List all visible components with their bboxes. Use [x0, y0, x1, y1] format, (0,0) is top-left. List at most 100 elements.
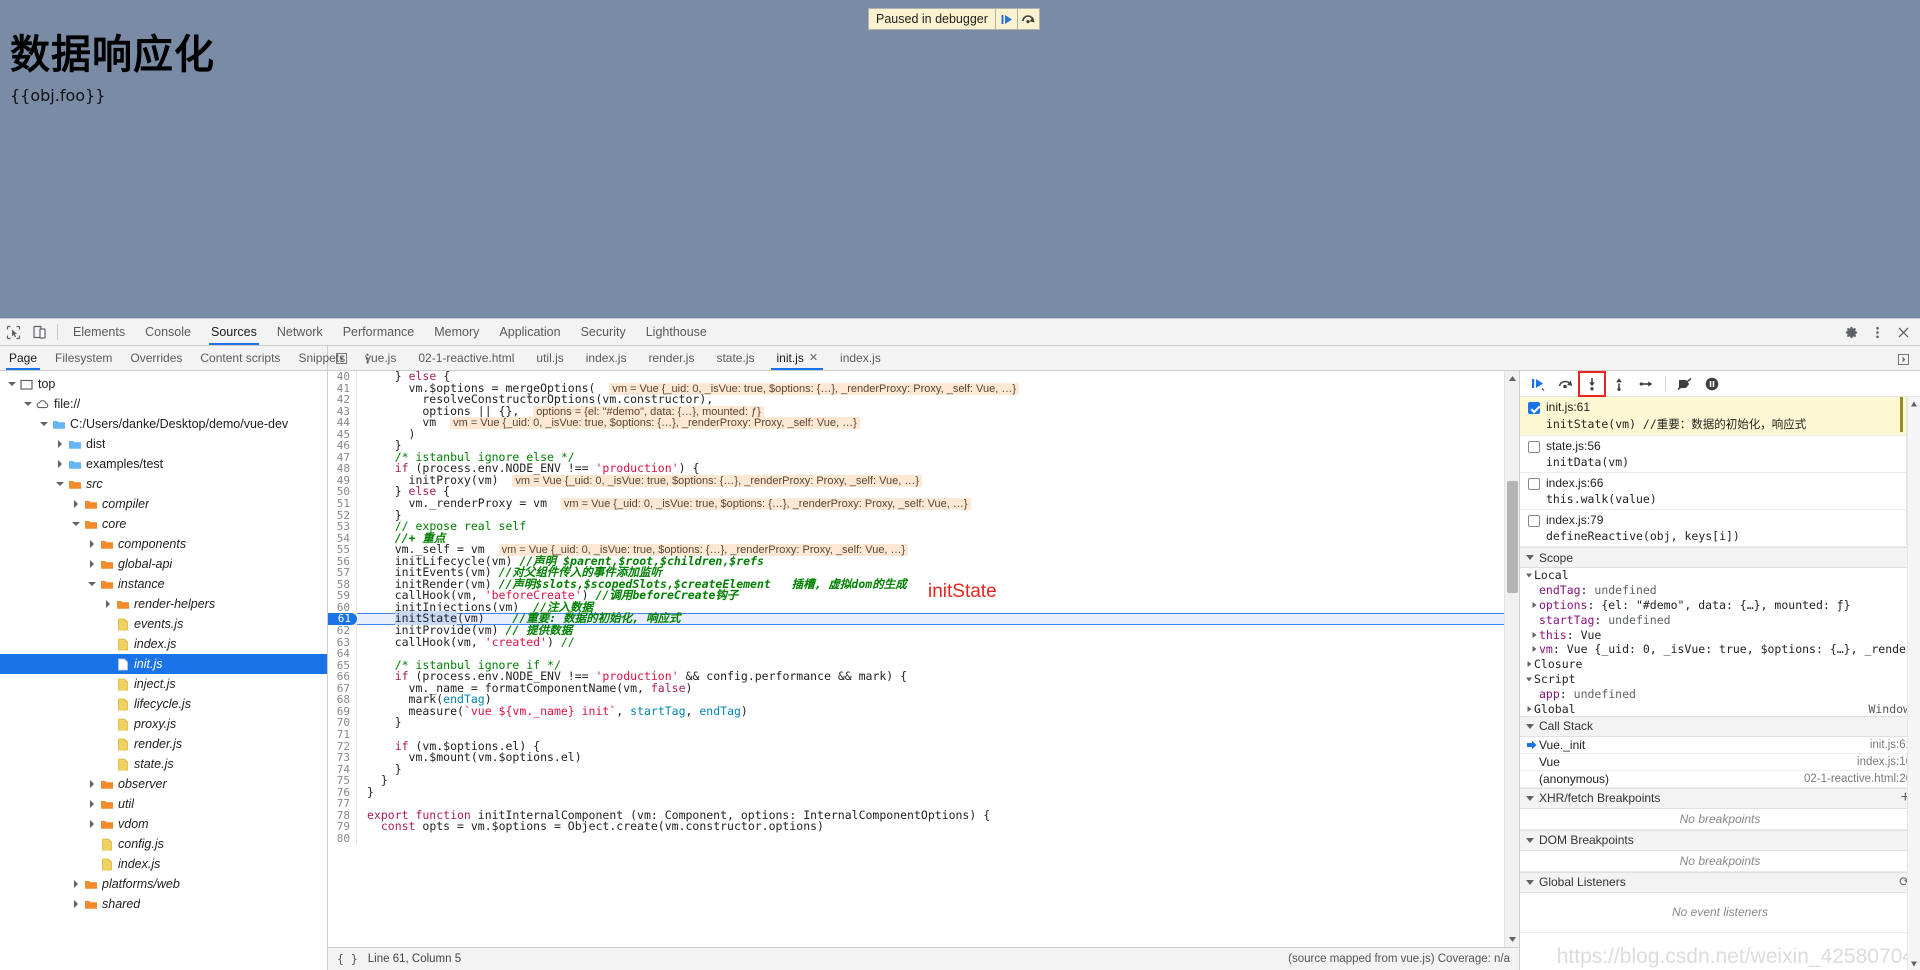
chevron-down-icon[interactable] [38, 422, 50, 426]
chevron-right-icon[interactable] [1523, 660, 1534, 668]
tree-file-config-js[interactable]: config.js [0, 834, 327, 854]
call-stack-frame[interactable]: Vue._init init.js:61 [1520, 737, 1920, 754]
pretty-print-braces-icon[interactable]: { } [337, 952, 358, 966]
code-line[interactable]: 44 vm vm = Vue {_uid: 0, _isVue: true, $… [328, 416, 1519, 430]
scope-group-local[interactable]: Local [1520, 568, 1920, 583]
dom-breakpoints-section-header[interactable]: DOM Breakpoints [1520, 829, 1920, 851]
tree-folder-core[interactable]: core [0, 514, 327, 534]
more-options-kebab-icon[interactable] [1864, 319, 1890, 345]
code-line[interactable]: 63 callHook(vm, 'created') // [328, 636, 1519, 649]
scroll-down-icon[interactable] [1505, 932, 1519, 947]
code-line[interactable]: 79 const opts = vm.$options = Object.cre… [328, 821, 1519, 833]
resume-icon[interactable] [994, 9, 1017, 29]
editor-tab-vue-js[interactable]: vue.js [354, 346, 407, 370]
chevron-right-icon[interactable] [86, 540, 98, 548]
settings-gear-icon[interactable] [1838, 319, 1864, 345]
tree-folder-instance[interactable]: instance [0, 574, 327, 594]
scroll-up-icon[interactable] [1505, 371, 1519, 386]
scope-group-global[interactable]: Global Window [1520, 701, 1920, 716]
scope-tree[interactable]: Local endTag: undefined options: {el: "#de… [1520, 568, 1920, 716]
scope-property[interactable]: startTag: undefined [1520, 612, 1920, 627]
tree-folder-c-users-danke-desktop-demo-vue-dev[interactable]: C:/Users/danke/Desktop/demo/vue-dev [0, 414, 327, 434]
tab-security[interactable]: Security [571, 319, 636, 345]
chevron-down-icon[interactable] [54, 482, 66, 486]
tree-file-state-js[interactable]: state.js [0, 754, 327, 774]
code-line[interactable]: 51 vm._renderProxy = vm vm = Vue {_uid: … [328, 497, 1519, 511]
line-number[interactable]: 44 [328, 417, 357, 429]
code-line[interactable]: 76} [328, 786, 1519, 799]
chevron-right-icon[interactable] [86, 820, 98, 828]
chevron-right-icon[interactable] [102, 600, 114, 608]
tree-folder-observer[interactable]: observer [0, 774, 327, 794]
call-stack-frame[interactable]: (anonymous) 02-1-reactive.html:26 [1520, 771, 1920, 788]
tree-folder-file-[interactable]: file:// [0, 394, 327, 414]
breakpoint-checkbox[interactable] [1528, 478, 1540, 490]
breakpoint-location[interactable]: index.js:66 [1546, 476, 1914, 490]
nav-tab-filesystem[interactable]: Filesystem [46, 346, 121, 370]
tree-folder-vdom[interactable]: vdom [0, 814, 327, 834]
editor-tab-02-1-reactive-html[interactable]: 02-1-reactive.html [407, 346, 525, 370]
chevron-right-icon[interactable] [54, 440, 66, 448]
scope-property[interactable]: options: {el: "#demo", data: {…}, mounte… [1520, 598, 1920, 613]
scope-property[interactable]: this: Vue [1520, 627, 1920, 642]
editor-tab-index-js[interactable]: index.js [829, 346, 892, 370]
chevron-down-icon[interactable] [1523, 571, 1534, 579]
chevron-down-icon[interactable] [1523, 675, 1534, 683]
tree-folder-render-helpers[interactable]: render-helpers [0, 594, 327, 614]
device-toolbar-icon[interactable] [26, 319, 52, 345]
tree-file-proxy-js[interactable]: proxy.js [0, 714, 327, 734]
chevron-right-icon[interactable] [1528, 601, 1539, 609]
file-navigator-tree[interactable]: top file:// C:/Users/danke/Desktop/demo/vu… [0, 371, 328, 970]
chevron-down-icon[interactable] [22, 402, 34, 406]
breakpoint-location[interactable]: init.js:61 [1546, 400, 1914, 414]
breakpoint-item[interactable]: init.js:61 initState(vm) //重要：数据的初始化，响应式 [1520, 397, 1920, 436]
nav-tab-page[interactable]: Page [0, 346, 46, 370]
global-listeners-section-header[interactable]: Global Listeners ⟳ [1520, 871, 1920, 893]
tree-file-index-js[interactable]: index.js [0, 634, 327, 654]
step-into-next-function-call-icon[interactable] [1578, 371, 1606, 397]
scope-property[interactable]: vm: Vue {_uid: 0, _isVue: true, $options… [1520, 642, 1920, 657]
breakpoints-list[interactable]: init.js:61 initState(vm) //重要：数据的初始化，响应式 s… [1520, 397, 1920, 547]
code-line[interactable]: 49 initProxy(vm) vm = Vue {_uid: 0, _isV… [328, 474, 1519, 487]
step-over-next-function-call-icon[interactable] [1552, 372, 1578, 396]
chevron-down-icon[interactable] [86, 582, 98, 586]
line-number[interactable]: 73 [328, 752, 357, 764]
editor-tab-state-js[interactable]: state.js [705, 346, 765, 370]
chevron-right-icon[interactable] [70, 880, 82, 888]
tree-file-index-js[interactable]: index.js [0, 854, 327, 874]
scope-section-header[interactable]: Scope [1520, 547, 1920, 568]
line-number[interactable]: 62 [328, 625, 357, 637]
tree-folder-shared[interactable]: shared [0, 894, 327, 914]
scroll-tabs-right-icon[interactable] [1890, 346, 1916, 372]
code-line[interactable]: 45 ) [328, 428, 1519, 441]
line-number[interactable]: 40 [328, 371, 357, 383]
tree-folder-compiler[interactable]: compiler [0, 494, 327, 514]
breakpoint-checkbox[interactable] [1528, 402, 1540, 414]
line-number[interactable]: 42 [328, 394, 357, 406]
step-icon[interactable] [1633, 372, 1659, 396]
code-line[interactable]: 74 } [328, 763, 1519, 776]
code-line[interactable]: 75 } [328, 774, 1519, 787]
tab-sources[interactable]: Sources [201, 319, 267, 345]
breakpoint-location[interactable]: state.js:56 [1546, 439, 1914, 453]
editor-tab-render-js[interactable]: render.js [637, 346, 705, 370]
tree-folder-components[interactable]: components [0, 534, 327, 554]
nav-tab-snippets[interactable]: Snippets [289, 346, 354, 370]
tree-folder-top[interactable]: top [0, 374, 327, 394]
chevron-down-icon[interactable] [70, 522, 82, 526]
tree-folder-src[interactable]: src [0, 474, 327, 494]
editor-scrollbar-thumb[interactable] [1507, 481, 1518, 593]
chevron-right-icon[interactable] [86, 800, 98, 808]
nav-tab-overrides[interactable]: Overrides [121, 346, 191, 370]
line-number[interactable]: 51 [328, 498, 357, 510]
sidebar-scroll-up-icon[interactable] [1908, 397, 1920, 410]
tree-file-render-js[interactable]: render.js [0, 734, 327, 754]
chevron-right-icon[interactable] [1528, 645, 1539, 653]
code-line[interactable]: 70 } [328, 717, 1519, 729]
breakpoint-item[interactable]: index.js:79 defineReactive(obj, keys[i]) [1520, 510, 1920, 547]
scope-group-closure[interactable]: Closure [1520, 657, 1920, 672]
chevron-right-icon[interactable] [70, 500, 82, 508]
resume-script-execution-icon[interactable] [1525, 372, 1551, 396]
chevron-right-icon[interactable] [54, 460, 66, 468]
chevron-right-icon[interactable] [86, 560, 98, 568]
